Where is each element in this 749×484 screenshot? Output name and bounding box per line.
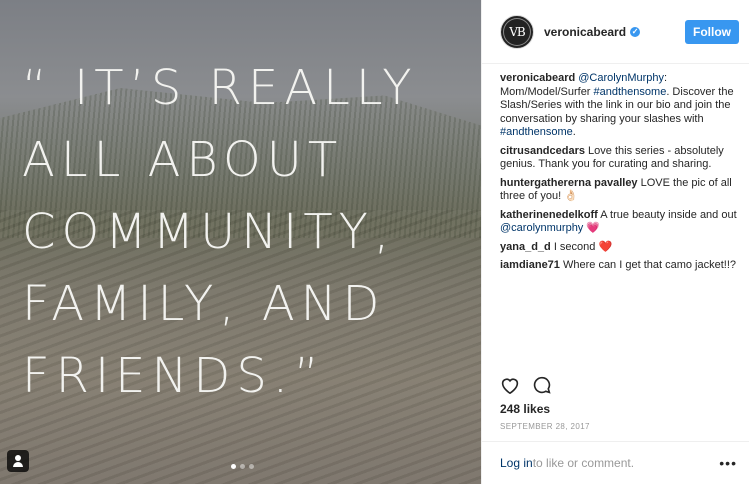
comment-text: A true beauty inside and out	[600, 208, 737, 221]
avatar[interactable]: VB	[500, 14, 534, 49]
carousel-dot	[240, 464, 245, 469]
hashtag-link[interactable]: #andthensome	[500, 126, 573, 138]
verified-badge-icon: ✓	[630, 27, 641, 38]
hashtag-link[interactable]: #andthensome	[594, 86, 667, 98]
carousel-indicator	[231, 464, 254, 469]
comment-user[interactable]: huntergathererna pavalley	[500, 177, 638, 189]
action-bar	[500, 376, 552, 394]
quote-line: FRIENDS.”	[22, 348, 325, 404]
post-modal: “ IT’S REALLY ALL ABOUT COMMUNITY, FAMIL…	[0, 0, 749, 484]
comment-icon[interactable]	[532, 376, 552, 394]
comment-text: Where can I get that camo jacket!!?	[562, 259, 737, 271]
user-tag-icon[interactable]	[7, 450, 29, 472]
quote-line: FAMILY, AND	[22, 276, 386, 332]
more-options-icon[interactable]: •••	[719, 455, 737, 471]
red-heart-emoji: ❤️	[598, 240, 613, 253]
username-text[interactable]: veronicabeard	[544, 25, 626, 39]
heart-icon[interactable]	[500, 376, 520, 394]
avatar-initials: VB	[509, 24, 526, 39]
header-username[interactable]: veronicabeard ✓	[544, 25, 641, 39]
quote-line: ALL ABOUT	[22, 132, 344, 188]
login-prompt-text: to like or comment.	[532, 455, 635, 470]
post-header: VB veronicabeard ✓ Follow	[482, 0, 749, 64]
caption: veronicabeard @CarolynMurphy: Mom/Model/…	[500, 72, 739, 140]
comment-user[interactable]: iamdiane71	[500, 259, 560, 271]
quote-text: “ IT’S REALLY ALL ABOUT COMMUNITY, FAMIL…	[22, 52, 472, 412]
quote-line: COMMUNITY,	[22, 204, 396, 260]
post-image[interactable]: “ IT’S REALLY ALL ABOUT COMMUNITY, FAMIL…	[0, 0, 481, 484]
comment-user[interactable]: veronicabeard	[500, 72, 575, 84]
quote-line: “ IT’S REALLY	[22, 60, 418, 116]
comment-user[interactable]: yana_d_d	[500, 241, 551, 253]
post-sidebar: VB veronicabeard ✓ Follow veronicabeard @…	[481, 0, 749, 484]
comment-item: citrusandcedars Love this series - absol…	[500, 145, 739, 172]
post-date[interactable]: SEPTEMBER 28, 2017	[500, 422, 590, 431]
comment-item: yana_d_d I second ❤️	[500, 241, 739, 255]
login-prompt: Log in to like or comment. •••	[482, 441, 749, 483]
comment-item: katherinenedelkoff A true beauty inside …	[500, 209, 739, 236]
mention-link[interactable]: @carolynmurphy	[500, 222, 583, 234]
login-link[interactable]: Log in	[500, 456, 533, 470]
comment-item: huntergathererna pavalley LOVE the pic o…	[500, 177, 739, 204]
comment-user[interactable]: katherinenedelkoff	[500, 209, 598, 221]
pink-heart-emoji: 💗	[586, 222, 601, 234]
follow-button[interactable]: Follow	[685, 19, 739, 44]
carousel-dot	[249, 464, 254, 469]
like-count[interactable]: 248 likes	[500, 402, 550, 416]
comments-list: veronicabeard @CarolynMurphy: Mom/Model/…	[482, 64, 749, 273]
mention-link[interactable]: @CarolynMurphy	[578, 72, 664, 84]
carousel-dot	[231, 464, 236, 469]
comment-text: I second	[553, 240, 599, 253]
comment-user[interactable]: citrusandcedars	[500, 145, 585, 157]
comment-item: iamdiane71 Where can I get that camo jac…	[500, 259, 739, 273]
caption-text: .	[572, 126, 576, 138]
